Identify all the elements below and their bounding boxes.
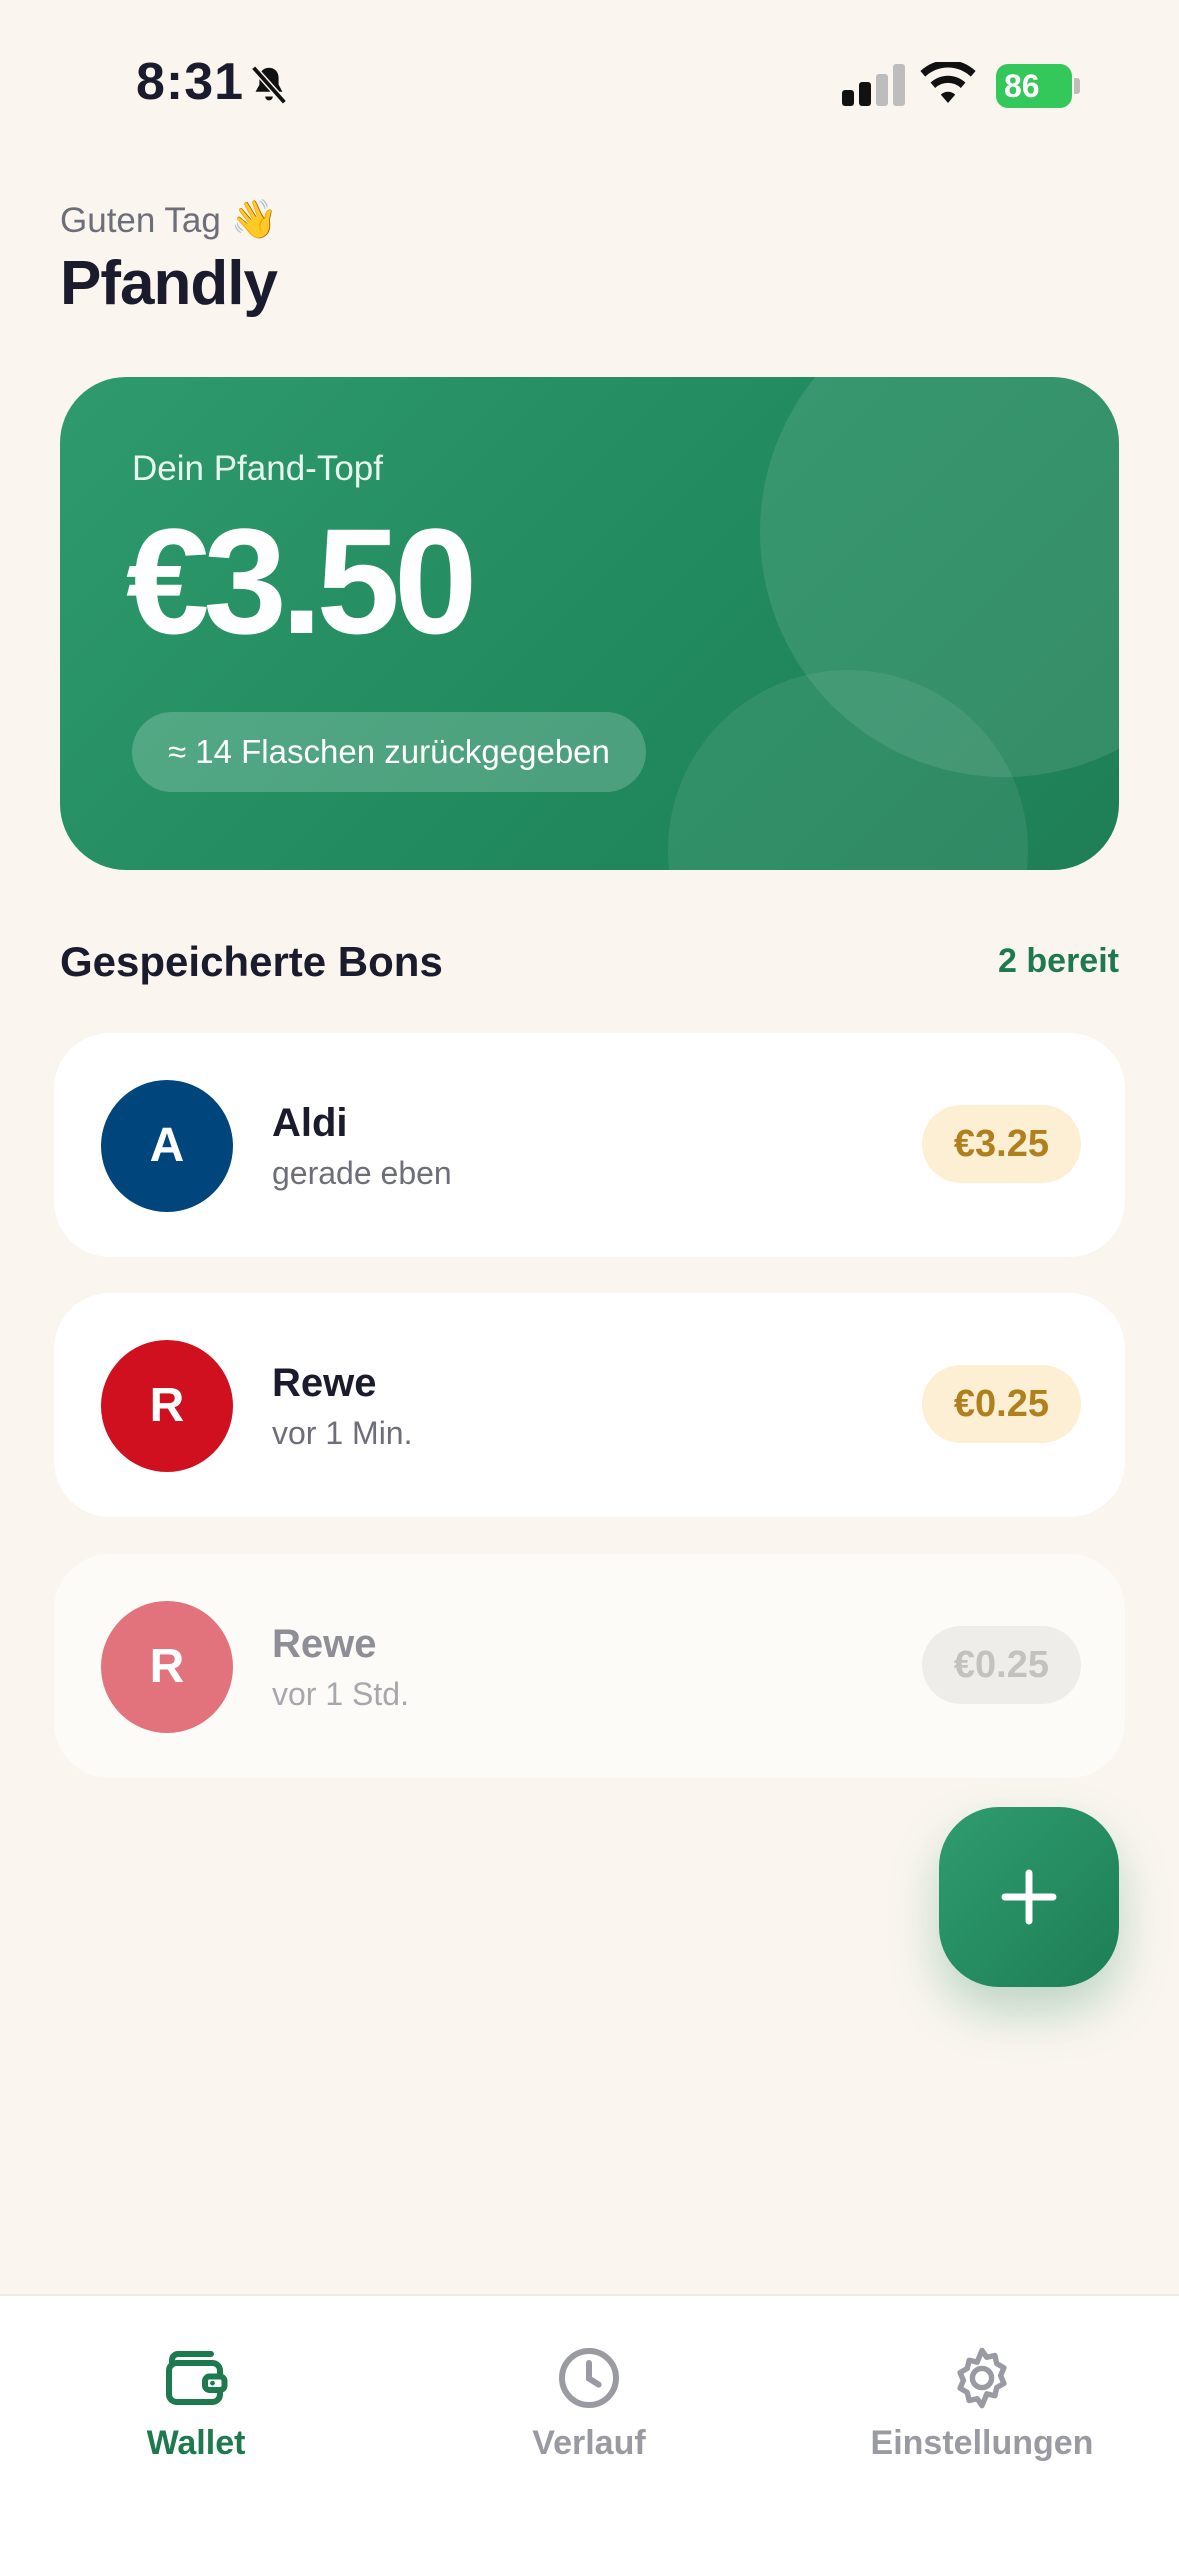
add-receipt-button[interactable]: [939, 1807, 1119, 1987]
greeting-text: Guten Tag: [60, 201, 221, 240]
balance-amount: €3.50: [126, 497, 477, 665]
receipt-time: vor 1 Min.: [272, 1415, 413, 1451]
tab-wallet[interactable]: Wallet: [16, 2342, 376, 2492]
greeting: Guten Tag 👋: [60, 198, 278, 242]
battery-tip: [1074, 78, 1080, 94]
bottles-returned-badge: ≈ 14 Flaschen zurückgegeben: [132, 712, 646, 792]
receipt-amount-badge: €3.25: [921, 1105, 1081, 1183]
gear-icon: [957, 2347, 1007, 2409]
store-avatar: A: [101, 1080, 233, 1212]
wallet-icon: [166, 2351, 228, 2405]
tab-label: Wallet: [146, 2424, 246, 2462]
tab-settings[interactable]: Einstellungen: [802, 2342, 1162, 2492]
tab-label: Verlauf: [532, 2424, 646, 2462]
ready-count: 2 bereit: [998, 942, 1119, 980]
store-name: Rewe: [272, 1622, 377, 1666]
status-time: 8:31: [136, 53, 245, 111]
wallet-screen: 8:31 86 Guten Tag 👋 Pfandly Dein Pfand-T…: [0, 0, 1179, 2556]
receipt-time: gerade eben: [272, 1155, 452, 1191]
store-name: Aldi: [272, 1101, 348, 1145]
store-avatar: R: [101, 1340, 233, 1472]
store-name: Rewe: [272, 1361, 377, 1405]
tab-label: Einstellungen: [870, 2424, 1094, 2462]
plus-icon: [1001, 1869, 1057, 1925]
receipt-amount-badge: €0.25: [921, 1365, 1081, 1443]
balance-card: Dein Pfand-Topf €3.50 ≈ 14 Flaschen zurü…: [60, 377, 1119, 870]
tab-bar: Wallet Verlauf Einstellungen: [0, 2294, 1179, 2556]
section-title: Gespeicherte Bons: [60, 938, 443, 985]
receipt-time: vor 1 Std.: [272, 1676, 409, 1712]
receipt-card[interactable]: R Rewe vor 1 Std. €0.25: [54, 1554, 1125, 1778]
waving-hand-icon: 👋: [230, 199, 278, 241]
wifi-icon: [920, 62, 976, 103]
cellular-signal-icon: [842, 64, 905, 106]
battery-indicator: 86: [996, 64, 1080, 108]
store-avatar: R: [101, 1601, 233, 1733]
receipt-card[interactable]: A Aldi gerade eben €3.25: [54, 1033, 1125, 1257]
status-bar: 8:31 86: [0, 0, 1179, 175]
page-title: Pfandly: [60, 249, 278, 318]
tab-history[interactable]: Verlauf: [409, 2342, 769, 2492]
battery-level: 86: [996, 64, 1072, 108]
balance-label: Dein Pfand-Topf: [132, 449, 383, 488]
bell-muted-icon: [251, 65, 287, 105]
clock-icon: [559, 2348, 619, 2408]
receipt-card[interactable]: R Rewe vor 1 Min. €0.25: [54, 1293, 1125, 1517]
receipt-amount-badge: €0.25: [921, 1626, 1081, 1704]
